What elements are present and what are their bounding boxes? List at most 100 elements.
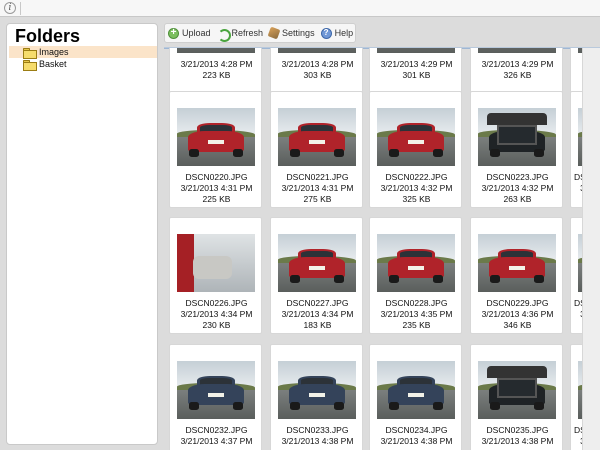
thumbnail-size: 235 KB: [402, 320, 431, 330]
folder-item-images[interactable]: Images: [9, 46, 157, 59]
thumbnail-size: 301 KB: [402, 70, 431, 80]
thumbnail-date: 3/21/2013 4:35 PM: [380, 309, 453, 319]
thumbnail-name: DSCN0228.JPG: [385, 298, 448, 308]
thumbnail-name: DSCN0223.JPG: [486, 172, 549, 182]
thumbnail-meta: DSCN0234.JPG 3/21/2013 4:38 PM: [370, 425, 463, 447]
folder-label: Images: [39, 47, 69, 57]
thumbnail-image: [278, 361, 356, 419]
thumbnail-meta: DSCN0228.JPG 3/21/2013 4:35 PM 235 KB: [370, 298, 463, 331]
thumbnail-image: [377, 234, 455, 292]
thumbnail-date: 3/21/2013 4:32 PM: [481, 183, 554, 193]
thumbnail-date: 3/21/2013 4:28 PM: [281, 59, 354, 69]
settings-button[interactable]: Settings: [267, 26, 315, 40]
thumbnail-meta: DSCN0222.JPG 3/21/2013 4:32 PM 325 KB: [370, 172, 463, 205]
image-thumbnail-card[interactable]: DSCN0222.JPG 3/21/2013 4:32 PM 325 KB: [369, 91, 462, 208]
image-thumbnail-card[interactable]: DSCN0232.JPG 3/21/2013 4:37 PM: [169, 344, 262, 450]
settings-icon: [267, 26, 281, 40]
thumbnail-meta: DSCN0235.JPG 3/21/2013 4:38 PM: [471, 425, 564, 447]
folders-panel: Folders Images Basket: [6, 23, 158, 445]
thumbnail-meta: 3/21/2013 4:28 PM 223 KB: [170, 59, 263, 81]
thumbnail-image: [377, 361, 455, 419]
image-thumbnail-card[interactable]: 3/21/2013 4:28 PM 223 KB: [169, 48, 263, 95]
thumbnail-date: 3/21/2013 4:37 PM: [180, 436, 253, 446]
thumbnail-image: [278, 108, 356, 166]
thumbnail-image: [177, 48, 255, 53]
thumbnail-meta: 3/21/2013 4:29 PM 301 KB: [370, 59, 463, 81]
help-label: Help: [334, 28, 354, 38]
folder-item-basket[interactable]: Basket: [9, 58, 157, 71]
image-thumbnail-card[interactable]: DSCN0227.JPG 3/21/2013 4:34 PM 183 KB: [270, 217, 363, 334]
thumbnail-date: 3/21/2013 4:38 PM: [380, 436, 453, 446]
image-thumbnail-card[interactable]: DSCN0226.JPG 3/21/2013 4:34 PM 230 KB: [169, 217, 262, 334]
thumbnail-name: DSCN0222.JPG: [385, 172, 448, 182]
thumbnail-date: 3/21/2013 4:32 PM: [380, 183, 453, 193]
thumbnail-date: 3/21/2013 4:36 PM: [481, 309, 554, 319]
top-bar: i: [0, 0, 600, 17]
folder-icon: [23, 59, 37, 71]
refresh-button[interactable]: Refresh: [217, 28, 264, 42]
thumbnail-meta: DSCN0223.JPG 3/21/2013 4:32 PM 263 KB: [471, 172, 564, 205]
upload-icon: [168, 27, 179, 39]
refresh-label: Refresh: [231, 28, 264, 38]
thumbnail-date: 3/21/2013 4:29 PM: [481, 59, 554, 69]
thumbnail-size: 275 KB: [303, 194, 332, 204]
thumbnail-name: DSCN0220.JPG: [185, 172, 248, 182]
thumbnail-name: DSCN0233.JPG: [286, 425, 349, 435]
thumbnail-meta: DSCN0220.JPG 3/21/2013 4:31 PM 225 KB: [170, 172, 263, 205]
image-thumbnail-card[interactable]: DSCN0223.JPG 3/21/2013 4:32 PM 263 KB: [470, 91, 563, 208]
help-button[interactable]: Help: [320, 27, 354, 39]
image-thumbnail-card[interactable]: DSCN0234.JPG 3/21/2013 4:38 PM: [369, 344, 462, 450]
thumbnail-image: [478, 234, 556, 292]
thumbnail-date: 3/21/2013 4:29 PM: [380, 59, 453, 69]
thumbnail-size: 346 KB: [503, 320, 532, 330]
image-thumbnail-card[interactable]: 3/21/2013 4:28 PM 303 KB: [270, 48, 364, 95]
folders-title: Folders: [15, 26, 81, 46]
thumbnail-meta: 3/21/2013 4:28 PM 303 KB: [271, 59, 364, 81]
thumbnail-date: 3/21/2013 4:31 PM: [180, 183, 253, 193]
image-thumbnail-card[interactable]: DSCN0228.JPG 3/21/2013 4:35 PM 235 KB: [369, 217, 462, 334]
image-thumbnail-card[interactable]: DSCN0235.JPG 3/21/2013 4:38 PM: [470, 344, 563, 450]
image-thumbnail-card[interactable]: 3/21/2013 4:29 PM 326 KB: [470, 48, 564, 95]
thumbnail-image: [377, 108, 455, 166]
info-icon[interactable]: i: [4, 2, 16, 14]
image-thumbnail-card[interactable]: DSCN0220.JPG 3/21/2013 4:31 PM 225 KB: [169, 91, 262, 208]
thumbnail-size: 225 KB: [202, 194, 231, 204]
thumbnail-image: [377, 48, 455, 53]
thumbnail-size: 326 KB: [503, 70, 532, 80]
thumbnail-name: DSCN0221.JPG: [286, 172, 349, 182]
thumbnail-meta: DSCN0233.JPG 3/21/2013 4:38 PM: [271, 425, 364, 447]
image-thumbnail-card[interactable]: DSCN0233.JPG 3/21/2013 4:38 PM: [270, 344, 363, 450]
thumbnail-date: 3/21/2013 4:34 PM: [281, 309, 354, 319]
thumbnail-image: [278, 234, 356, 292]
scrollbar[interactable]: [582, 48, 600, 450]
thumbnail-meta: DSCN0227.JPG 3/21/2013 4:34 PM 183 KB: [271, 298, 364, 331]
thumbnail-name: DSCN0234.JPG: [385, 425, 448, 435]
thumbnail-image: [278, 48, 356, 53]
thumbnail-image: [177, 361, 255, 419]
thumbnail-date: 3/21/2013 4:34 PM: [180, 309, 253, 319]
thumbnail-date: 3/21/2013 4:38 PM: [481, 436, 554, 446]
thumbnail-image: [478, 108, 556, 166]
thumbnail-size: 325 KB: [402, 194, 431, 204]
thumbnail-size: 263 KB: [503, 194, 532, 204]
thumbnail-size: 183 KB: [303, 320, 332, 330]
thumbnail-meta: DSCN0221.JPG 3/21/2013 4:31 PM 275 KB: [271, 172, 364, 205]
thumbnail-image: [478, 361, 556, 419]
folder-tree: Images Basket: [9, 46, 157, 71]
upload-label: Upload: [182, 28, 211, 38]
thumbnail-name: DSCN0235.JPG: [486, 425, 549, 435]
thumbnail-date: 3/21/2013 4:28 PM: [180, 59, 253, 69]
upload-button[interactable]: Upload: [168, 27, 211, 39]
image-thumbnail-card[interactable]: DSCN0229.JPG 3/21/2013 4:36 PM 346 KB: [470, 217, 563, 334]
thumbnail-meta: 3/21/2013 4:29 PM 326 KB: [471, 59, 564, 81]
image-thumbnail-card[interactable]: 3/21/2013 4:29 PM 301 KB: [369, 48, 463, 95]
thumbnail-name: DSCN0226.JPG: [185, 298, 248, 308]
thumbnail-image: [177, 234, 255, 292]
thumbnail-meta: DSCN0229.JPG 3/21/2013 4:36 PM 346 KB: [471, 298, 564, 331]
thumbnail-gallery[interactable]: 3/21/2013 4:28 PM 223 KB 3/21/2013 4:28 PM…: [164, 47, 600, 450]
thumbnail-name: DSCN0232.JPG: [185, 425, 248, 435]
thumbnail-size: 230 KB: [202, 320, 231, 330]
image-thumbnail-card[interactable]: DSCN0221.JPG 3/21/2013 4:31 PM 275 KB: [270, 91, 363, 208]
refresh-icon: [217, 28, 231, 42]
folder-label: Basket: [39, 59, 67, 69]
